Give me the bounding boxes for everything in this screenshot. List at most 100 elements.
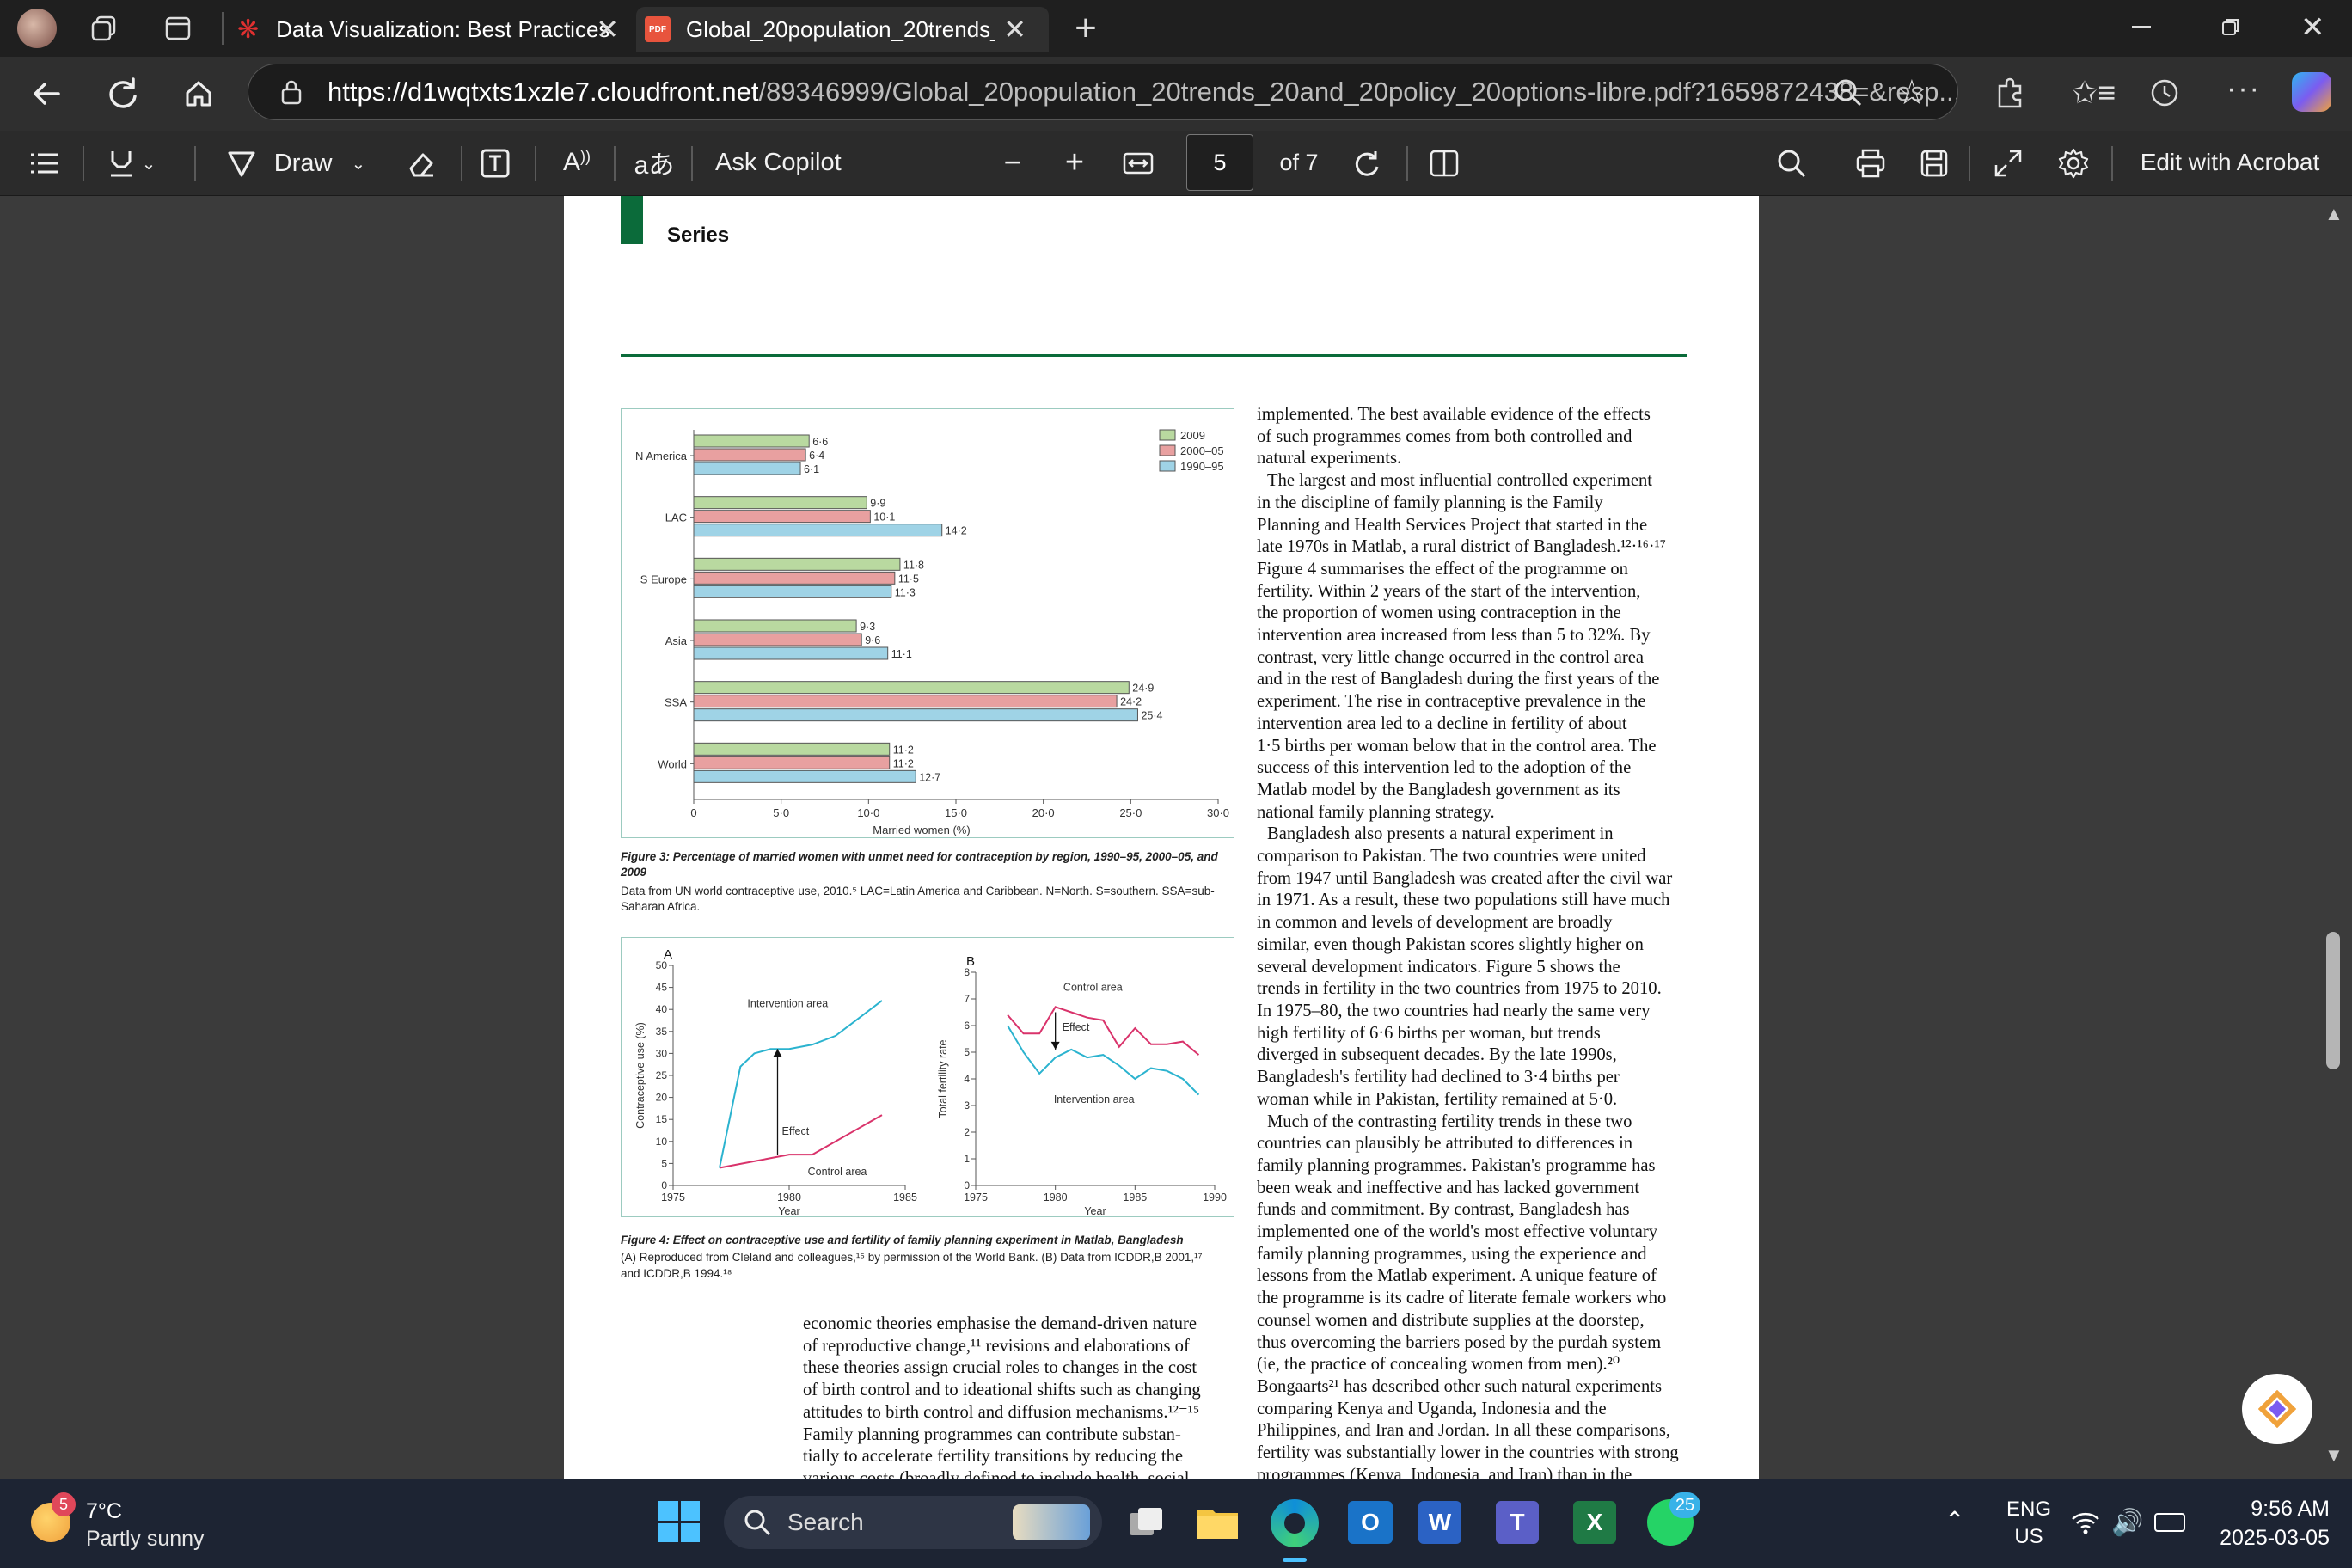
- scroll-down-arrow-icon[interactable]: ▼: [2324, 1444, 2343, 1467]
- back-button[interactable]: [26, 72, 69, 115]
- search-highlight-image: [1013, 1504, 1090, 1540]
- fullscreen-icon[interactable]: [1991, 146, 2025, 181]
- highlight-icon[interactable]: ⌄: [96, 146, 165, 181]
- chevron-down-icon[interactable]: ⌄: [142, 153, 156, 175]
- word-icon[interactable]: W: [1418, 1501, 1461, 1544]
- section-label: Series: [667, 224, 730, 247]
- workspaces-icon[interactable]: [89, 14, 119, 43]
- profile-avatar[interactable]: [17, 9, 57, 48]
- page-number-input[interactable]: 5: [1186, 134, 1253, 191]
- clock[interactable]: 9:56 AM 2025-03-05: [2201, 1494, 2330, 1553]
- fit-width-icon[interactable]: [1121, 146, 1155, 181]
- language-indicator[interactable]: ENG US: [2003, 1496, 2055, 1551]
- tray-overflow-chevron-icon[interactable]: ⌃: [1945, 1506, 1964, 1534]
- restore-button[interactable]: [2221, 17, 2240, 36]
- floating-assist-button[interactable]: [2242, 1374, 2312, 1444]
- bar-value-label: 6·6: [812, 436, 828, 448]
- search-box[interactable]: Search: [724, 1496, 1102, 1549]
- text-line: Family planning programmes can contribut…: [803, 1424, 1181, 1444]
- text-line: counsel women and distribute supplies at…: [1257, 1310, 1645, 1330]
- y-axis-label: Total fertility rate: [937, 1039, 949, 1118]
- y-tick-label: 8: [964, 966, 970, 978]
- read-aloud-icon[interactable]: A)): [557, 143, 597, 182]
- x-tick-label: 1990: [1203, 1191, 1227, 1204]
- vertical-tabs-icon[interactable]: [163, 14, 193, 43]
- bar: [693, 557, 901, 571]
- ask-copilot-button[interactable]: Ask Copilot: [715, 143, 844, 182]
- eraser-icon[interactable]: [404, 146, 438, 181]
- text-line: diverged in subsequent decades. By the l…: [1257, 1045, 1617, 1065]
- new-tab-button[interactable]: +: [1066, 7, 1106, 50]
- outlook-icon[interactable]: O: [1348, 1501, 1393, 1544]
- close-icon[interactable]: ✕: [596, 13, 619, 46]
- wifi-icon[interactable]: [2070, 1510, 2101, 1535]
- bar: [693, 695, 1118, 708]
- favorites-icon[interactable]: ✩≡: [2072, 74, 2116, 112]
- bar-value-label: 6·4: [809, 450, 824, 462]
- divider: [83, 146, 84, 181]
- refresh-button[interactable]: [101, 72, 144, 115]
- text-line: comparing Kenya and Uganda, Indonesia an…: [1257, 1399, 1607, 1418]
- teams-icon[interactable]: T: [1496, 1501, 1539, 1544]
- more-menu-icon[interactable]: ···: [2226, 72, 2261, 106]
- vertical-scrollbar[interactable]: ▲ ▼: [2318, 196, 2352, 1479]
- settings-gear-icon[interactable]: [2055, 144, 2092, 182]
- search-icon[interactable]: [1774, 146, 1809, 181]
- close-window-button[interactable]: ✕: [2300, 10, 2325, 45]
- text-box-icon[interactable]: [478, 146, 512, 181]
- address-bar-row: https://d1wqtxts1xzle7.cloudfront.net/89…: [0, 57, 2352, 131]
- contents-icon[interactable]: [28, 146, 62, 181]
- category-label: S Europe: [640, 573, 687, 585]
- scroll-thumb[interactable]: [2326, 932, 2340, 1069]
- taskbar: 5 7°C Partly sunny Search O W T X 25 ⌃ E…: [0, 1479, 2352, 1568]
- zoom-in-button[interactable]: +: [1059, 143, 1090, 182]
- volume-icon[interactable]: 🔊: [2111, 1508, 2143, 1538]
- pdf-viewer[interactable]: Series 0 5·0 10·0 15·0 20·0 25·0 30·0 Married w…: [0, 196, 2352, 1479]
- print-icon[interactable]: [1853, 146, 1888, 181]
- battery-icon[interactable]: [2154, 1513, 2185, 1532]
- text-line: family planning programmes. Pakistan's p…: [1257, 1155, 1656, 1175]
- weather-widget[interactable]: 5 7°C Partly sunny: [26, 1492, 232, 1556]
- file-explorer-icon[interactable]: [1195, 1503, 1240, 1542]
- x-tick-label: 1985: [1123, 1191, 1147, 1204]
- figure3-bar-chart: 0 5·0 10·0 15·0 20·0 25·0 30·0 Married women (%…: [635, 429, 1229, 836]
- draw-label: Draw: [273, 149, 333, 177]
- copilot-icon[interactable]: [2292, 72, 2331, 112]
- text-line: of reproductive change,¹¹ revisions and …: [803, 1336, 1190, 1356]
- page-view-icon[interactable]: [1427, 146, 1461, 181]
- zoom-icon[interactable]: [1831, 76, 1865, 110]
- favorite-star-icon[interactable]: ☆: [1896, 74, 1934, 112]
- text-line: fertility. Within 2 years of the start o…: [1257, 581, 1641, 601]
- start-windows-icon[interactable]: [658, 1501, 700, 1542]
- scroll-up-arrow-icon[interactable]: ▲: [2324, 203, 2343, 225]
- text-line: The largest and most influential control…: [1267, 471, 1652, 491]
- bar-value-label: 14·2: [946, 525, 967, 537]
- minimize-button[interactable]: [2132, 26, 2151, 28]
- tab-data-visualization[interactable]: ❋ Data Visualization: Best Practices ✕: [227, 7, 631, 52]
- rotate-icon[interactable]: [1350, 144, 1384, 182]
- edit-with-acrobat-button[interactable]: Edit with Acrobat: [2128, 143, 2331, 182]
- lock-icon[interactable]: [281, 79, 302, 105]
- y-tick-label: 35: [656, 1026, 668, 1038]
- y-tick-label: 4: [964, 1073, 970, 1085]
- close-icon[interactable]: ✕: [1003, 13, 1026, 46]
- translate-icon[interactable]: aあ: [633, 143, 676, 182]
- zoom-out-button[interactable]: −: [997, 143, 1028, 182]
- effect-label: Effect: [782, 1125, 810, 1137]
- extensions-icon[interactable]: [1991, 74, 2029, 112]
- history-icon[interactable]: [2146, 74, 2184, 112]
- text-line: Matlab model by the Bangladesh governmen…: [1257, 780, 1620, 799]
- save-icon[interactable]: [1917, 146, 1951, 181]
- chevron-down-icon[interactable]: ⌄: [351, 153, 365, 175]
- text-line: the proportion of women using contracept…: [1257, 603, 1621, 623]
- draw-button[interactable]: Draw ⌄: [220, 143, 371, 184]
- tab-global-population[interactable]: PDF Global_20population_20trends_20 ✕: [636, 7, 1049, 52]
- task-view-icon[interactable]: [1126, 1503, 1166, 1542]
- home-button[interactable]: [177, 72, 220, 115]
- text-line: success of this intervention led to the …: [1257, 758, 1632, 778]
- url-field[interactable]: https://d1wqtxts1xzle7.cloudfront.net/89…: [248, 64, 1958, 120]
- excel-icon[interactable]: X: [1573, 1501, 1616, 1544]
- edge-browser-icon[interactable]: [1271, 1499, 1319, 1547]
- bar: [693, 496, 867, 510]
- y-tick-label: 20: [656, 1092, 668, 1104]
